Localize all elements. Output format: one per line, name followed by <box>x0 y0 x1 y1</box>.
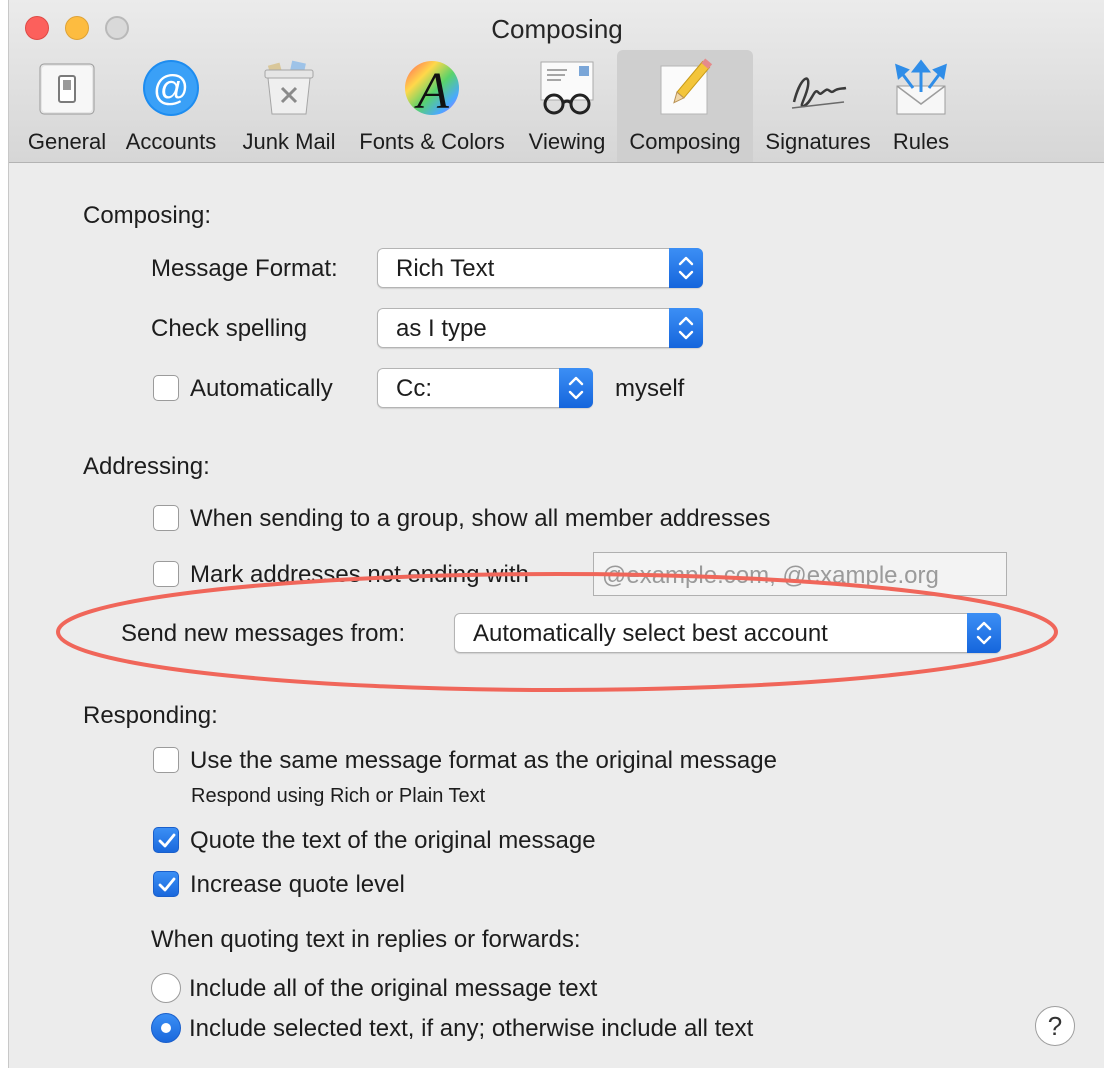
annotation-ellipse <box>56 572 1058 692</box>
